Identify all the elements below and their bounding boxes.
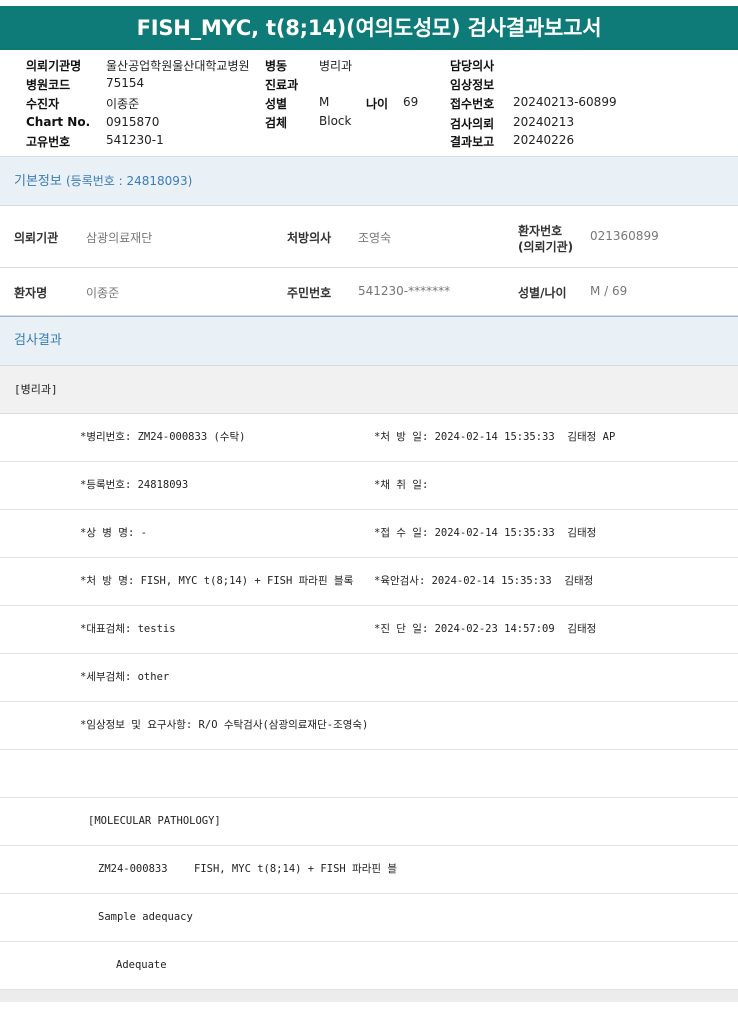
result-row: *세부검체: other [0,654,738,702]
blank-row [0,750,738,798]
patient-no-sublabel: (의뢰기관) [518,240,574,254]
patient-no-value: 021360899 [590,229,659,243]
header-value: 69 [403,95,419,109]
basic-info-row: 의뢰기관 삼광의료재단 처방의사 조영숙 환자번호 (의뢰기관) 0213608… [0,206,738,268]
department-label: [병리과] [0,366,738,414]
result-left: *상 병 명: - [80,527,147,539]
header-value: Block [319,114,352,128]
header-value: 20240213-60899 [513,95,617,109]
patient-name-label: 환자명 [14,286,48,300]
results-title: 검사결과 [14,333,62,348]
result-row: *임상정보 및 요구사항: R/O 수탁검사(삼광의료재단-조영숙) [0,702,738,750]
order-name: FISH, MYC t(8;14) + FISH 파라핀 블 [194,863,397,875]
header-value: 75154 [106,76,145,90]
header-label: 고유번호 [26,135,71,149]
sample-adequacy-label: Sample adequacy [98,911,193,923]
basic-info-title: 기본정보 [14,174,62,189]
header-label: 담당의사 [450,59,495,73]
header-value: 병리과 [319,59,353,73]
basic-info-header: 기본정보 (등록번호 : 24818093) [0,156,738,206]
result-left: *병리번호: ZM24-000833 (수탁) [80,431,246,443]
header-label: Chart No. [26,115,91,129]
results-header: 검사결과 [0,316,738,366]
result-row: *대표검체: testis *진 단 일: 2024-02-23 14:57:0… [0,606,738,654]
header-label: 성별 [265,97,288,111]
header-label: 병원코드 [26,78,71,92]
institution-value: 삼광의료재단 [86,231,153,245]
result-row: [MOLECULAR PATHOLOGY] [0,798,738,846]
header-label: 나이 [366,97,389,111]
patient-name-value: 이종준 [86,286,120,300]
sex-age-label: 성별/나이 [518,286,567,300]
result-left: *세부검체: other [80,671,170,683]
result-row: ZM24-000833 FISH, MYC t(8;14) + FISH 파라핀… [0,846,738,894]
result-right: *육안검사: 2024-02-14 15:35:33 김태정 [374,575,594,587]
header-value: 20240213 [513,115,575,129]
header-label: 수진자 [26,97,60,111]
rrn-label: 주민번호 [287,286,332,300]
molecular-pathology-heading: [MOLECULAR PATHOLOGY] [88,815,221,827]
result-left: *처 방 명: FISH, MYC t(8;14) + FISH 파라핀 블록 [80,575,354,587]
result-left: *등록번호: 24818093 [80,479,189,491]
header-value: 20240226 [513,133,575,147]
result-row: *등록번호: 24818093 *채 취 일: [0,462,738,510]
order-number: ZM24-000833 [98,863,168,875]
header-label: 의뢰기관명 [26,59,82,73]
result-row: Adequate [0,942,738,990]
patient-no-label: 환자번호 [518,224,563,238]
result-left: *대표검체: testis [80,623,176,635]
report-title: FISH_MYC, t(8;14)(여의도성모) 검사결과보고서 [0,6,738,50]
sample-adequacy-value: Adequate [116,959,167,971]
header-label: 접수번호 [450,97,495,111]
header-info: 의뢰기관명 울산공업학원울산대학교병원 병원코드 75154 수진자 이종준 C… [0,50,738,156]
basic-info-row: 환자명 이종준 주민번호 541230-******* 성별/나이 M / 69 [0,268,738,316]
registration-note: (등록번호 : 24818093) [65,174,193,188]
header-value: 이종준 [106,97,140,111]
header-label: 임상정보 [450,78,495,92]
rrn-value: 541230-******* [358,284,451,298]
result-row: *병리번호: ZM24-000833 (수탁) *처 방 일: 2024-02-… [0,414,738,462]
result-row: Sample adequacy [0,894,738,942]
result-right: *처 방 일: 2024-02-14 15:35:33 김태정 AP [374,431,616,443]
header-value: 울산공업학원울산대학교병원 [106,59,250,73]
result-right: *진 단 일: 2024-02-23 14:57:09 김태정 [374,623,597,635]
header-label: 병동 [265,59,288,73]
header-value: M [319,95,330,109]
doctor-label: 처방의사 [287,231,332,245]
header-label: 진료과 [265,78,299,92]
bottom-strip [0,990,738,1002]
header-label: 검체 [265,116,288,130]
result-row: *처 방 명: FISH, MYC t(8;14) + FISH 파라핀 블록 … [0,558,738,606]
sex-age-value: M / 69 [590,284,628,298]
header-label: 검사의뢰 [450,117,495,131]
header-label: 결과보고 [450,135,495,149]
header-value: 541230-1 [106,133,164,147]
result-left: *임상정보 및 요구사항: R/O 수탁검사(삼광의료재단-조영숙) [80,719,369,731]
result-right: *채 취 일: [374,479,429,491]
doctor-value: 조영숙 [358,231,392,245]
header-value: 0915870 [106,115,160,129]
institution-label: 의뢰기관 [14,231,59,245]
result-right: *접 수 일: 2024-02-14 15:35:33 김태정 [374,527,597,539]
result-row: *상 병 명: - *접 수 일: 2024-02-14 15:35:33 김태… [0,510,738,558]
